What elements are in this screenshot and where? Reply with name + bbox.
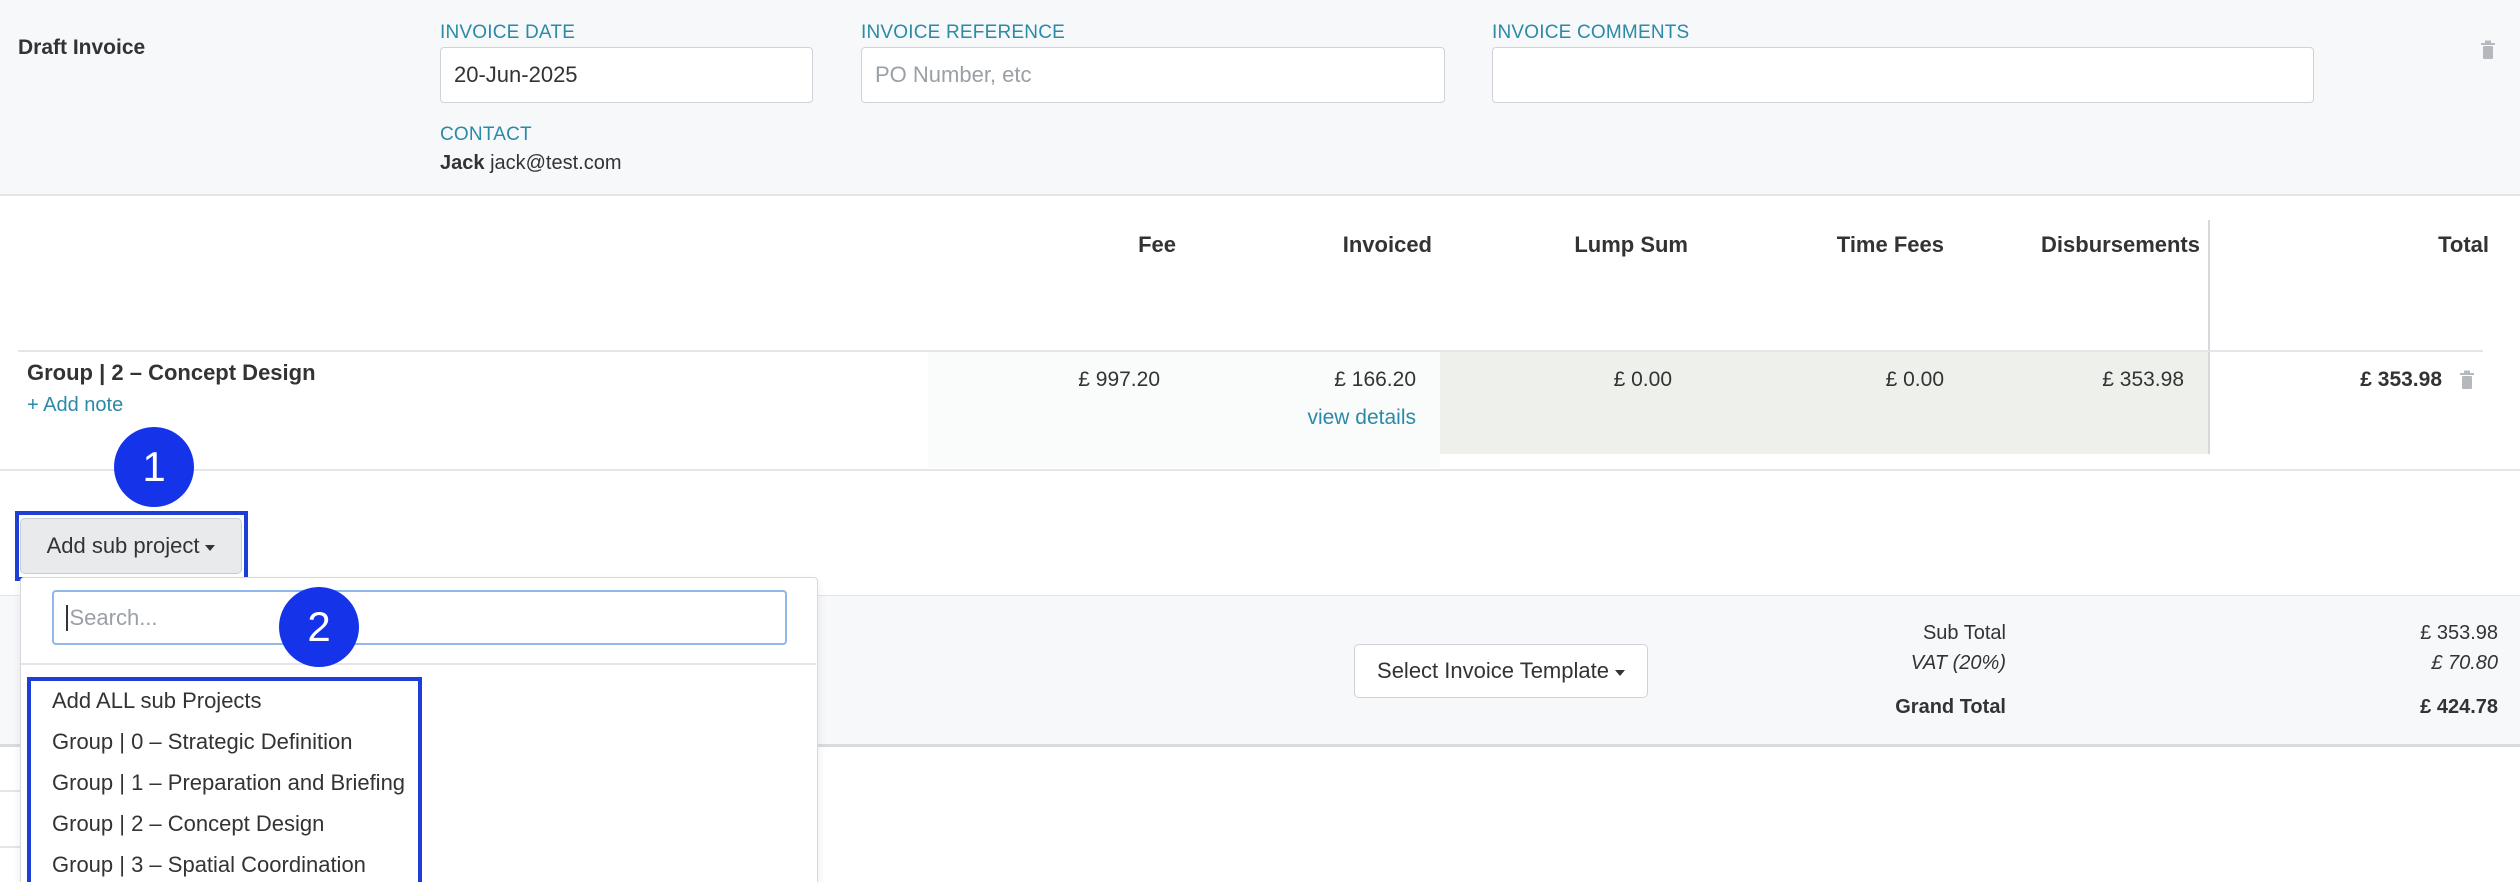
dropdown-divider	[21, 663, 816, 665]
column-header-total: Total	[2438, 232, 2489, 257]
invoice-page: Draft Invoice INVOICE DATE 20-Jun-2025 I…	[0, 0, 2520, 882]
trash-icon[interactable]	[2480, 40, 2496, 60]
step-marker-1: 1	[114, 427, 194, 507]
invoice-reference-label: INVOICE REFERENCE	[861, 22, 1065, 43]
add-note-link[interactable]: + Add note	[27, 394, 123, 417]
highlight-box	[27, 677, 422, 882]
page-title: Draft Invoice	[18, 36, 146, 59]
search-placeholder: Search...	[69, 604, 158, 630]
row-divider	[0, 469, 2520, 471]
column-header-time-fees: Time Fees	[1836, 232, 1944, 257]
search-input[interactable]: Search...	[52, 590, 787, 645]
view-details-link[interactable]: view details	[1270, 406, 1416, 430]
sub-total-value: £ 353.98	[2420, 622, 2498, 644]
column-header-fee: Fee	[1138, 232, 1176, 257]
invoice-date-field[interactable]: 20-Jun-2025	[440, 47, 813, 103]
invoice-date-label: INVOICE DATE	[440, 22, 576, 43]
column-header-disbursements: Disbursements	[2041, 232, 2200, 257]
invoice-reference-field[interactable]: PO Number, etc	[861, 47, 1445, 103]
sub-total-label: Sub Total	[1922, 622, 2006, 644]
row-lump-sum[interactable]: £ 0.00	[1500, 368, 1672, 392]
invoice-header: Draft Invoice INVOICE DATE 20-Jun-2025 I…	[0, 0, 2520, 196]
contact-label: CONTACT	[440, 124, 532, 145]
column-header-invoiced: Invoiced	[1342, 232, 1432, 257]
step-marker-2: 2	[279, 587, 359, 667]
row-total: £ 353.98	[2360, 368, 2442, 391]
caret-down-icon	[1614, 669, 1625, 676]
contact-info: Jack jack@test.com	[440, 152, 622, 175]
column-header-lump-sum: Lump Sum	[1574, 232, 1688, 257]
row-invoiced: £ 166.20	[1334, 368, 1416, 391]
template-button-label: Select Invoice Template	[1377, 658, 1609, 683]
grand-total-value: £ 424.78	[2420, 696, 2498, 718]
row-group-name: Group | 2 – Concept Design	[27, 360, 316, 385]
invoice-comments-label: INVOICE COMMENTS	[1492, 22, 1690, 43]
select-invoice-template-button[interactable]: Select Invoice Template	[1354, 644, 1648, 698]
contact-name: Jack	[440, 152, 485, 174]
grand-total-label: Grand Total	[1895, 696, 2006, 718]
column-divider	[2208, 220, 2210, 454]
text-cursor	[66, 604, 68, 631]
row-disbursements[interactable]: £ 353.98	[1990, 368, 2184, 392]
row-fee: £ 997.20	[1078, 368, 1160, 391]
trash-icon[interactable]	[2459, 370, 2475, 390]
contact-email: jack@test.com	[490, 152, 622, 174]
invoice-comments-field[interactable]	[1492, 47, 2314, 103]
row-time-fees[interactable]: £ 0.00	[1760, 368, 1944, 392]
vat-value: £ 70.80	[2431, 652, 2498, 674]
vat-label: VAT (20%)	[1910, 652, 2006, 674]
highlight-box	[15, 511, 248, 581]
